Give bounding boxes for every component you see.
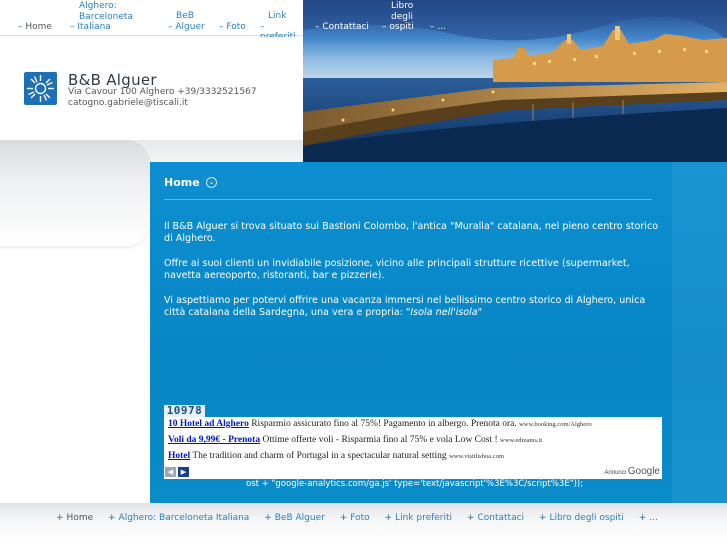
plus-bullet-icon: + — [466, 513, 475, 523]
nav-label-line: Libro — [391, 1, 414, 11]
ad-row: 10 Hotel ad Alghero Risparmio assicurato… — [168, 419, 592, 429]
bullet-icon: – — [382, 22, 387, 32]
bullet-icon: – — [70, 22, 75, 32]
nav-label: ... — [437, 22, 446, 32]
site-address: Via Cavour 100 Alghero +39/3332521567 — [68, 87, 257, 97]
footer-item-foto[interactable]: + Foto — [340, 513, 370, 523]
nav-label-line: ospiti — [389, 22, 414, 32]
nav-item-alghero[interactable]: Alghero: Barceloneta – Italiana — [70, 1, 133, 33]
ad-unit: 10 Hotel ad Alghero Risparmio assicurato… — [164, 417, 662, 479]
main-right-edge — [672, 162, 727, 503]
footer — [0, 503, 727, 545]
page-title: Home — [164, 176, 200, 189]
arrow-left-icon[interactable]: ◀ — [165, 467, 176, 477]
ad-url[interactable]: www.edreams.it — [500, 437, 542, 444]
footer-label: Foto — [350, 513, 370, 523]
nav-label-line: Link — [268, 11, 287, 21]
title-divider — [164, 199, 652, 200]
ad-text: Ottime offerte voli - Risparmia fino al … — [260, 435, 501, 445]
nav-item-foto[interactable]: – Foto — [219, 22, 246, 33]
nav-item-home[interactable]: – Home — [18, 22, 52, 33]
ad-row: Voli da 9,99€ - Prenota Ottime offerte v… — [168, 435, 542, 445]
invitation-quote: " — [477, 307, 483, 318]
footer-item-libro-ospiti[interactable]: + Libro degli ospiti — [539, 513, 624, 523]
plus-bullet-icon: + — [56, 513, 64, 523]
footer-label: ... — [649, 513, 658, 523]
footer-label: Contattaci — [477, 513, 525, 523]
sidebar-decoration — [0, 140, 150, 246]
site-email: catogno.gabriele@tiscali.it — [68, 98, 188, 108]
ad-text: The tradition and charm of Portugal in a… — [190, 451, 450, 461]
nav-label-line: degli — [391, 11, 413, 22]
plus-bullet-icon: + — [538, 513, 547, 523]
ad-link[interactable]: 10 Hotel ad Alghero — [168, 419, 249, 429]
nav-label-line: BeB — [176, 11, 194, 21]
footer-item-home[interactable]: + Home — [56, 513, 93, 523]
footer-item-beb-alguer[interactable]: + BeB Alguer — [264, 513, 325, 523]
sun-logo-icon — [24, 72, 57, 105]
invitation-text: Vi aspettiamo per potervi offrire una va… — [164, 295, 646, 318]
services-paragraph: Offre ai suoi clienti un invidiabile pos… — [164, 258, 630, 281]
nav-label-line: Alguer — [175, 21, 205, 32]
ad-row: Hotel The tradition and charm of Portuga… — [168, 451, 504, 461]
footer-label: Home — [66, 513, 94, 523]
plus-bullet-icon: + — [264, 513, 272, 523]
nav-item-libro-ospiti[interactable]: Libro degli – ospiti — [382, 1, 414, 33]
footer-label: Alghero: Barceloneta Italiana — [118, 513, 250, 523]
nav-label: Foto — [226, 22, 246, 32]
plus-bullet-icon: + — [339, 513, 348, 523]
nav-item-beb-alguer[interactable]: BeB – Alguer — [168, 11, 205, 32]
nav-label-line: Barceloneta — [79, 11, 133, 22]
invitation-paragraph: Vi aspettiamo per potervi offrire una va… — [164, 295, 664, 319]
bullet-icon: – — [430, 22, 435, 32]
plus-bullet-icon: + — [108, 513, 116, 523]
bullet-icon: – — [260, 21, 265, 32]
ad-url[interactable]: www.booking.com/Alghero — [519, 421, 592, 428]
footer-navigation: + Home + Alghero: Barceloneta Italiana + Be… — [56, 513, 670, 523]
ad-text: Risparmio assicurato fino al 75%! Pagame… — [248, 419, 520, 429]
ad-url[interactable]: www.visitlisboa.com — [449, 453, 504, 460]
bullet-icon: – — [168, 21, 173, 32]
ad-link[interactable]: Voli da 9,99€ - Prenota — [168, 435, 260, 445]
ad-annunci-label: Annunci — [604, 470, 627, 476]
nav-label-line: Italiana — [77, 22, 111, 32]
bullet-icon: – — [315, 22, 320, 32]
nav-label: Home — [25, 22, 52, 32]
ad-link[interactable]: Hotel — [168, 451, 190, 461]
plus-bullet-icon: + — [638, 513, 647, 523]
top-navigation: – Home Alghero: Barceloneta – Italiana B… — [0, 0, 303, 42]
chevron-down-icon[interactable]: ⌄ — [206, 177, 217, 188]
intro-paragraph: Il B&B Alguer si trova situato sui Basti… — [164, 221, 659, 244]
nav-item-contattaci[interactable]: – Contattaci — [315, 22, 369, 33]
top-navigation-overlay: – Contattaci Libro degli – ospiti – ... — [303, 0, 463, 36]
script-leak-text: ost + "google-analytics.com/ga.js' type=… — [246, 479, 584, 489]
footer-label: Libro degli ospiti — [549, 513, 624, 523]
footer-item-alghero[interactable]: + Alghero: Barceloneta Italiana — [108, 513, 249, 523]
nav-label-line: Alghero: — [79, 1, 117, 11]
footer-item-contattaci[interactable]: + Contattaci — [467, 513, 524, 523]
plus-bullet-icon: + — [384, 513, 393, 523]
footer-label: Link preferiti — [395, 513, 453, 523]
bullet-icon: – — [219, 22, 224, 32]
visitor-counter: 10978 — [164, 405, 205, 417]
footer-label: BeB Alguer — [274, 513, 325, 523]
arrow-right-icon[interactable]: ▶ — [178, 467, 189, 477]
footer-item-more[interactable]: +... — [639, 513, 658, 523]
footer-item-link-preferiti[interactable]: + Link preferiti — [385, 513, 453, 523]
invitation-emphasis: Isola nell'isola — [410, 307, 478, 318]
nav-item-more[interactable]: – ... — [430, 22, 446, 33]
ad-choices[interactable]: Annunci Google — [604, 466, 660, 477]
nav-label: Contattaci — [322, 22, 369, 32]
google-logo: Google — [627, 466, 660, 477]
bullet-icon: – — [18, 22, 23, 32]
